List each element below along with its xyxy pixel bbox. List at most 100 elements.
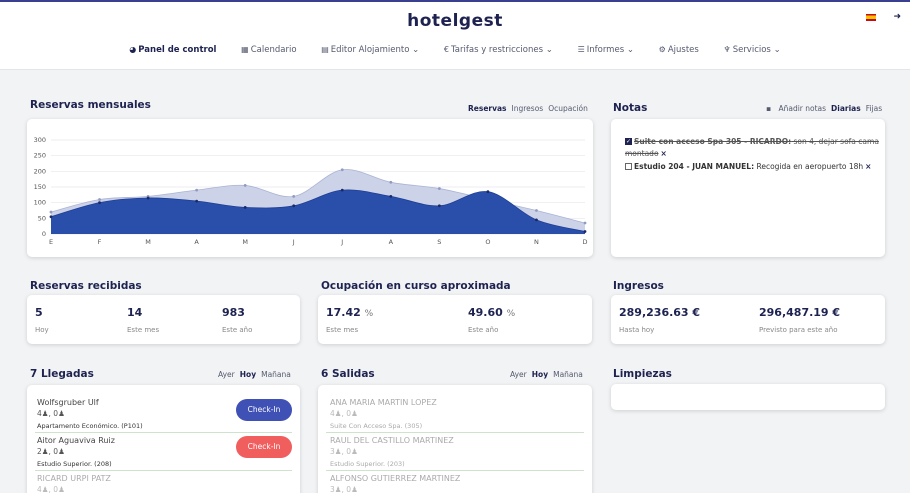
data-point [437, 204, 441, 208]
data-point [292, 204, 296, 208]
x-tick-label: N [534, 238, 539, 246]
data-point [583, 221, 587, 225]
x-tick-label: A [389, 238, 394, 246]
tab-reservas[interactable]: Reservas [468, 104, 507, 113]
data-point [486, 190, 490, 194]
data-point [243, 184, 247, 187]
nav-tarifas[interactable]: € Tarifas y restricciones ⌄ [444, 45, 553, 55]
adult-icon: ♟ [41, 485, 49, 493]
check-in-button[interactable]: Check-In [236, 436, 292, 458]
tab-manana[interactable]: Mañana [261, 370, 291, 379]
guest-name: ANA MARIA MARTIN LOPEZ [330, 398, 437, 407]
check-in-button[interactable]: Check-In [236, 399, 292, 421]
stat-value: 5 [35, 306, 43, 319]
stat-value: 17.42 % [326, 306, 374, 319]
salidas-tabs: Ayer Hoy Mañana [505, 370, 583, 379]
salidas-card: ANA MARIA MARTIN LOPEZ 4♟, 0♟ Suite Con … [318, 385, 592, 493]
divider [326, 432, 584, 433]
nav-ajustes[interactable]: ⚙ Ajustes [659, 45, 699, 55]
stat-value: 49.60 % [468, 306, 516, 319]
tab-ingresos[interactable]: Ingresos [512, 104, 544, 113]
x-tick-label: M [145, 238, 151, 246]
data-point [49, 215, 53, 219]
building-icon: ▤ [321, 45, 329, 54]
y-tick-label: 150 [34, 183, 46, 191]
tab-manana[interactable]: Mañana [553, 370, 583, 379]
guest-name: Aitor Aguaviva Ruiz [37, 436, 115, 445]
nav-calendario[interactable]: ▦ Calendario [241, 45, 296, 55]
data-point [243, 205, 247, 209]
tab-hoy[interactable]: Hoy [532, 370, 548, 379]
x-tick-label: F [98, 238, 102, 246]
add-note-button[interactable]: ▪ Añadir notas [766, 104, 826, 113]
guest-count: 2♟, 0♟ [37, 447, 65, 456]
nav-informes[interactable]: ☰ Informes ⌄ [578, 45, 634, 55]
ocupacion-card: 17.42 % Este mes 49.60 % Este año [318, 295, 592, 344]
note-item: Estudio 204 - JUAN MANUEL: Recogida en a… [625, 162, 871, 171]
main-nav: ◕ Panel de control ▦ Calendario ▤ Editor Al… [0, 45, 910, 55]
stat-label: Este año [468, 326, 499, 334]
y-tick-label: 50 [38, 214, 46, 222]
logout-icon[interactable]: ➜ [893, 12, 901, 22]
tab-hoy[interactable]: Hoy [240, 370, 256, 379]
tab-fijas[interactable]: Fijas [866, 104, 882, 113]
child-icon: ♟ [58, 409, 65, 418]
divider [35, 470, 292, 471]
tab-diarias[interactable]: Diarias [831, 104, 861, 113]
app-logo[interactable]: hotelgest [0, 11, 910, 31]
note-checkbox[interactable] [625, 138, 632, 145]
nav-editor-alojamiento[interactable]: ▤ Editor Alojamiento ⌄ [321, 45, 419, 55]
guest-count: 3♟, 0♟ [330, 447, 358, 456]
nav-panel-de-control[interactable]: ◕ Panel de control [129, 45, 216, 55]
limpiezas-title: Limpiezas [613, 368, 672, 380]
note-item-continuation: montado × [625, 149, 667, 158]
data-point [98, 198, 101, 201]
ingresos-title: Ingresos [613, 280, 664, 292]
stat-label: Previsto para este año [759, 326, 838, 334]
x-tick-label: E [49, 238, 53, 246]
stat-label: Este mes [127, 326, 160, 334]
stat-value: 14 [127, 306, 143, 319]
stat-value: 296,487.19 € [759, 306, 841, 319]
guest-room: Apartamento Económico. (P101) [37, 422, 143, 430]
guest-count: 3♟, 0♟ [330, 485, 358, 493]
data-point [535, 209, 538, 212]
child-icon: ♟ [351, 447, 358, 456]
notas-card: Suite con acceso Spa 305 - RICARDO: son … [611, 119, 885, 257]
y-tick-label: 250 [34, 152, 46, 160]
list-icon: ☰ [577, 45, 585, 54]
tab-ayer[interactable]: Ayer [218, 370, 235, 379]
tab-ayer[interactable]: Ayer [510, 370, 527, 379]
reservas-chart-card: 0 50 100 150 200 250 300 E F M A M J J A S O N D [27, 119, 593, 257]
delete-note-icon[interactable]: × [661, 149, 667, 158]
adult-icon: ♟ [41, 447, 49, 456]
limpiezas-card [611, 384, 885, 410]
notas-tabs: ▪ Añadir notas Diarias Fijas [761, 104, 882, 113]
euro-icon: € [443, 45, 450, 54]
spain-flag-icon[interactable] [866, 14, 876, 21]
reservas-mensuales-title: Reservas mensuales [30, 99, 151, 111]
nav-servicios[interactable]: ♆ Servicios ⌄ [724, 45, 781, 55]
y-tick-label: 100 [34, 199, 46, 207]
data-point [49, 210, 53, 214]
llegadas-title: 7 Llegadas [30, 368, 94, 380]
note-checkbox[interactable] [625, 163, 632, 170]
adult-icon: ♟ [334, 485, 342, 493]
x-tick-label: S [437, 238, 441, 246]
data-point [389, 180, 393, 184]
calendar-icon: ▦ [241, 45, 249, 54]
guest-count: 4♟, 0♟ [330, 409, 358, 418]
data-point [98, 201, 101, 205]
y-tick-label: 200 [34, 167, 46, 175]
stat-label: Este mes [326, 326, 359, 334]
reservas-recibidas-card: 5 Hoy 14 Este mes 983 Este año [27, 295, 300, 344]
notas-title: Notas [613, 102, 648, 114]
x-tick-label: D [582, 238, 587, 246]
delete-note-icon[interactable]: × [865, 162, 871, 171]
tab-ocupacion[interactable]: Ocupación [548, 104, 588, 113]
data-point [340, 168, 344, 172]
divider [35, 432, 292, 433]
guest-name: ALFONSO GUTIERREZ MARTINEZ [330, 474, 461, 483]
x-tick-label: A [194, 238, 199, 246]
llegadas-card: Wolfsgruber Ulf 4♟, 0♟ Apartamento Econó… [27, 385, 300, 493]
